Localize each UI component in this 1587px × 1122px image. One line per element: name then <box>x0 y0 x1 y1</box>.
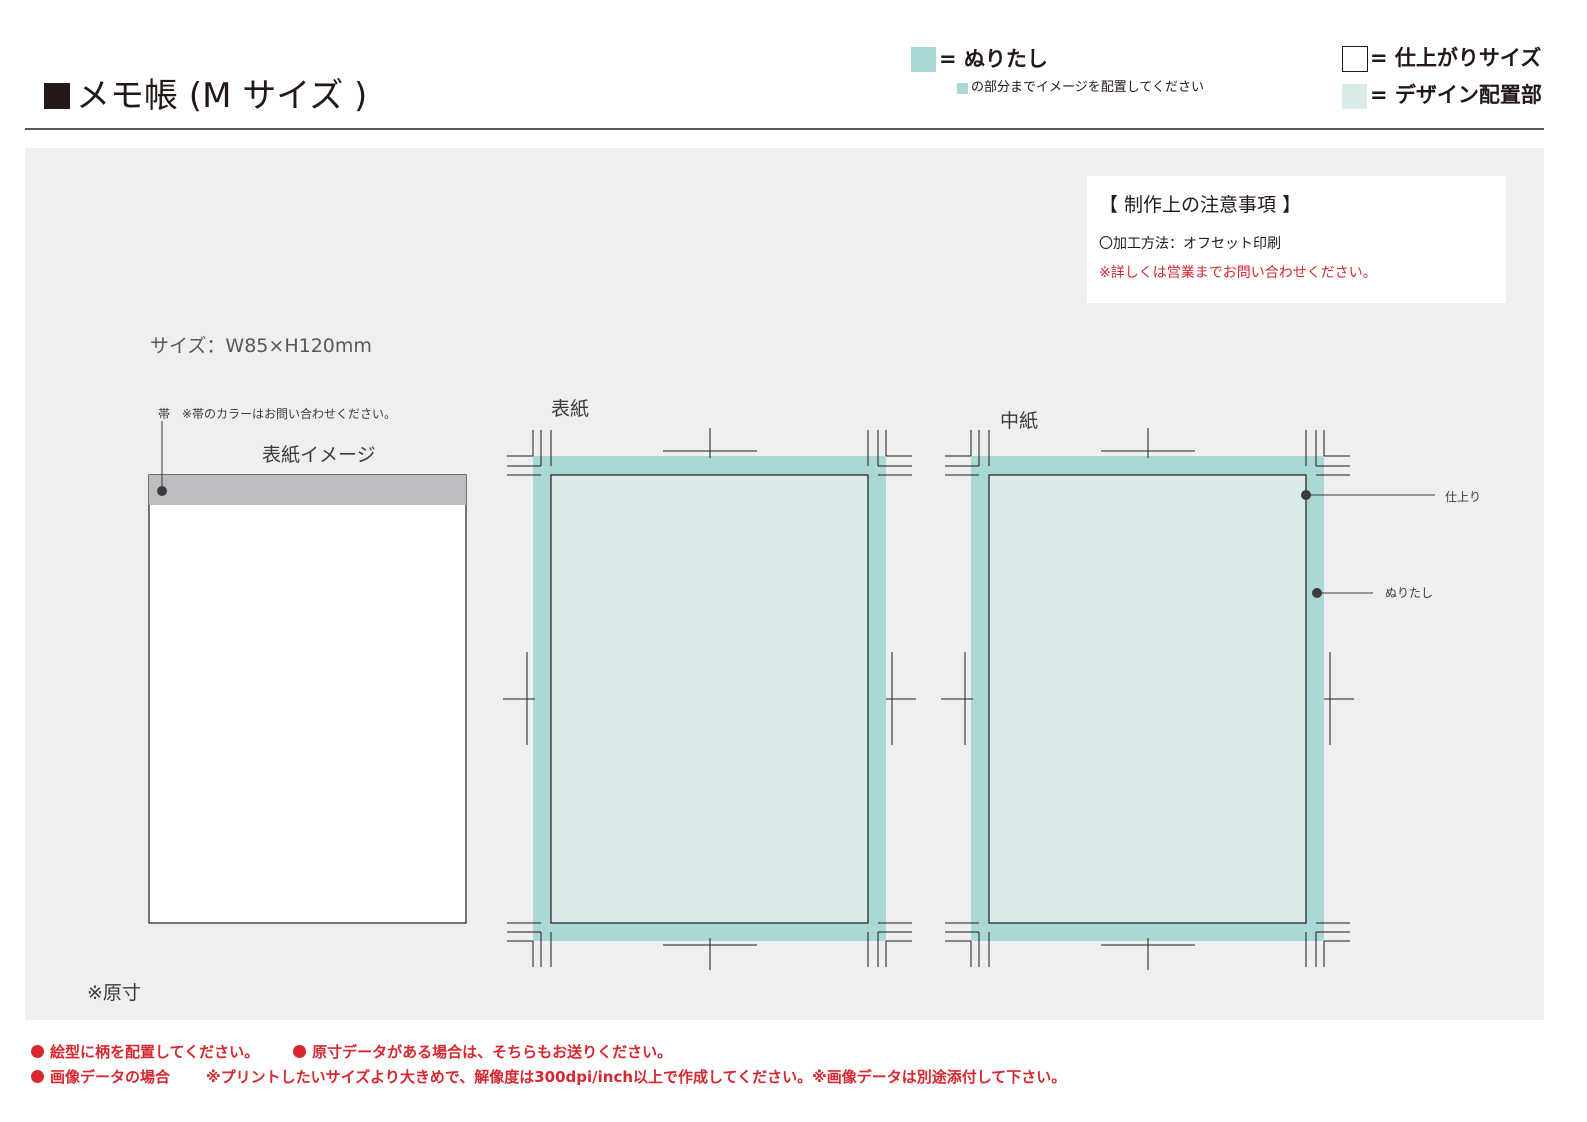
footer-note-3-head: 画像データの場合 <box>50 1068 171 1086</box>
footer-note-1: 絵型に柄を配置してください。 <box>50 1043 260 1061</box>
cover-image-page <box>148 474 467 924</box>
cover-design-area <box>550 474 869 924</box>
inner-design-area <box>988 474 1307 924</box>
red-dot-icon <box>31 1045 44 1058</box>
cover-template <box>503 428 916 970</box>
inner-template <box>941 428 1435 970</box>
red-dot-icon <box>293 1045 307 1058</box>
footer-line-2: 画像データの場合 ※プリントしたいサイズより大きめで、解像度は300dpi/in… <box>31 1066 1066 1087</box>
red-dot-icon <box>31 1070 44 1083</box>
cover-band <box>149 475 466 505</box>
footer-line-1: 絵型に柄を配置してください。 原寸データがある場合は、そちらもお送りください。 <box>31 1041 672 1062</box>
cover-image-mockup <box>148 421 467 924</box>
template-drawings <box>148 421 1435 970</box>
footer-note-2: 原寸データがある場合は、そちらもお送りください。 <box>312 1043 673 1061</box>
footer-note-3-body: ※プリントしたいサイズより大きめで、解像度は300dpi/inch以上で作成して… <box>206 1068 1067 1086</box>
